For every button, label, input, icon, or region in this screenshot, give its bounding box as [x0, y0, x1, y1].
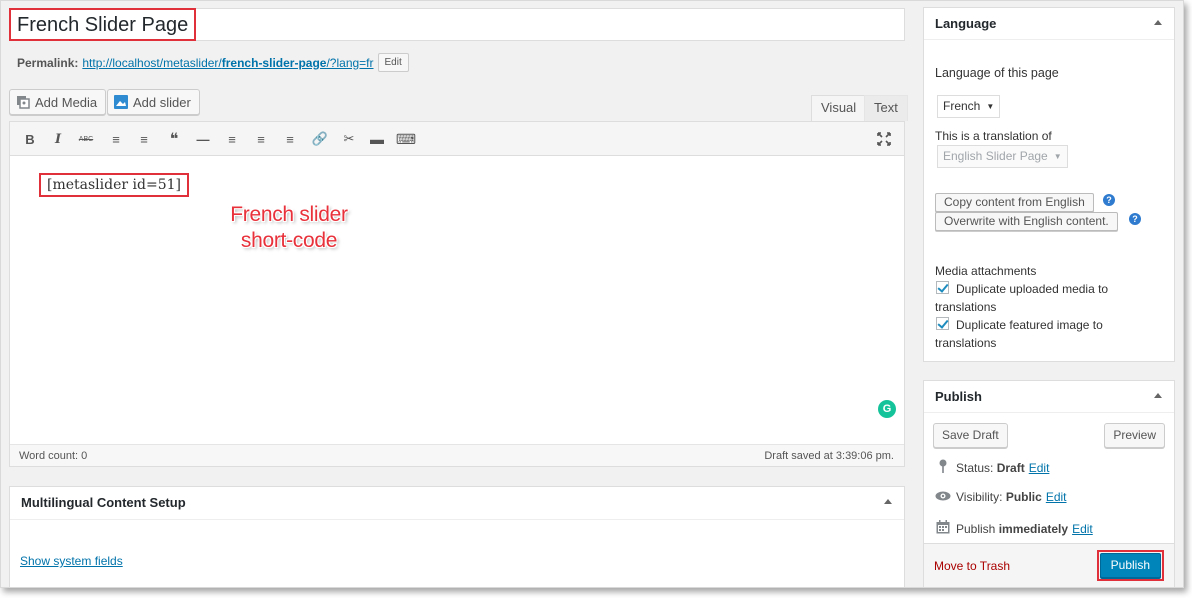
duplicate-media-checkbox[interactable]: [936, 281, 949, 294]
publish-actions: Move to Trash Publish: [924, 543, 1174, 587]
publish-button[interactable]: Publish: [1099, 553, 1161, 578]
translation-select: English Slider Page ▼: [937, 145, 1068, 168]
draft-saved-status: Draft saved at 3:39:06 pm.: [764, 450, 894, 462]
word-count: Word count: 0: [19, 450, 88, 462]
collapse-arrow-icon[interactable]: [1154, 20, 1162, 25]
language-box-header[interactable]: Language: [924, 8, 1174, 40]
strikethrough-button[interactable]: ABC: [76, 129, 96, 149]
schedule-edit-link[interactable]: Edit: [1072, 522, 1093, 536]
publish-box-header[interactable]: Publish: [924, 381, 1174, 413]
italic-button[interactable]: I: [48, 129, 68, 149]
translation-of-label: This is a translation of: [935, 129, 1052, 143]
duplicate-featured-checkbox[interactable]: [936, 317, 949, 330]
move-to-trash-link[interactable]: Move to Trash: [934, 559, 1010, 573]
grammarly-icon[interactable]: G: [878, 400, 896, 418]
horizontal-line-button[interactable]: —: [193, 129, 213, 149]
metaslider-shortcode: [metaslider id=51]: [39, 173, 189, 197]
save-draft-button[interactable]: Save Draft: [933, 423, 1008, 448]
editor-toolbar: B I ABC ≡ ≡ ❝ — ≡ ≡ ≡ 🔗 ✂ ▬ ⌨: [10, 122, 904, 156]
multilingual-box-header[interactable]: Multilingual Content Setup: [10, 487, 904, 520]
add-media-icon: [16, 95, 30, 109]
numbered-list-button[interactable]: ≡: [134, 129, 154, 149]
editor-status-bar: Word count: 0 Draft saved at 3:39:06 pm.: [10, 444, 904, 466]
blockquote-button[interactable]: ❝: [164, 129, 184, 149]
duplicate-featured-label-cont: translations: [935, 336, 997, 350]
bold-button[interactable]: B: [20, 129, 40, 149]
permalink-link[interactable]: http://localhost/metaslider/french-slide…: [82, 56, 373, 70]
language-of-page-label: Language of this page: [935, 66, 1059, 80]
duplicate-media-label-cont: translations: [935, 300, 997, 314]
dropdown-arrow-icon: ▼: [1053, 152, 1062, 161]
add-media-button[interactable]: Add Media: [9, 89, 107, 115]
pin-icon: [935, 459, 951, 476]
add-slider-button[interactable]: Add slider: [107, 89, 200, 115]
duplicate-featured-label: Duplicate featured image to: [956, 318, 1103, 332]
visibility-row: Visibility: Public Edit: [935, 489, 1067, 504]
duplicate-media-label: Duplicate uploaded media to: [956, 282, 1109, 296]
tab-text[interactable]: Text: [864, 95, 908, 121]
fullscreen-icon[interactable]: [874, 129, 894, 149]
align-center-button[interactable]: ≡: [251, 129, 271, 149]
wp-editor-window: French Slider Page Permalink: http://loc…: [0, 0, 1184, 588]
help-icon[interactable]: ?: [1103, 194, 1115, 206]
show-system-fields-link[interactable]: Show system fields: [20, 554, 123, 568]
status-edit-link[interactable]: Edit: [1029, 461, 1050, 475]
read-more-button[interactable]: ▬: [367, 129, 387, 149]
content-editor: B I ABC ≡ ≡ ❝ — ≡ ≡ ≡ 🔗 ✂ ▬ ⌨ [metaslider id=51] Fren…: [9, 121, 905, 467]
align-right-button[interactable]: ≡: [280, 129, 300, 149]
post-title[interactable]: French Slider Page: [9, 8, 197, 41]
toolbar-toggle-button[interactable]: ⌨: [396, 129, 416, 149]
preview-button[interactable]: Preview: [1104, 423, 1165, 448]
media-attachments-label: Media attachments: [935, 264, 1037, 278]
status-row: Status: Draft Edit: [935, 459, 1049, 476]
align-left-button[interactable]: ≡: [222, 129, 242, 149]
insert-link-button[interactable]: 🔗: [310, 129, 330, 149]
publish-button-highlight: Publish: [1096, 550, 1164, 581]
help-icon[interactable]: ?: [1129, 213, 1141, 225]
slider-icon: [114, 95, 128, 109]
language-select[interactable]: French ▼: [937, 95, 1001, 118]
publish-schedule-row: Publish immediately Edit: [935, 520, 1093, 537]
annotation-callout: French slider short-code: [230, 203, 348, 252]
permalink-edit-button[interactable]: Edit: [377, 53, 409, 72]
overwrite-content-button[interactable]: Overwrite with English content.: [935, 212, 1118, 231]
collapse-arrow-icon[interactable]: [1154, 393, 1162, 398]
copy-content-button[interactable]: Copy content from English: [935, 193, 1094, 212]
language-box: Language Language of this page French ▼ T…: [923, 7, 1175, 362]
permalink-row: Permalink: http://localhost/metaslider/f…: [17, 53, 409, 72]
eye-icon: [935, 489, 951, 504]
dropdown-arrow-icon: ▼: [986, 102, 995, 111]
bullet-list-button[interactable]: ≡: [106, 129, 126, 149]
calendar-icon: [935, 520, 951, 537]
editor-content-area[interactable]: [metaslider id=51] French slider short-c…: [10, 156, 904, 446]
permalink-label: Permalink:: [17, 55, 79, 70]
publish-box: Publish Save Draft Preview Status: Draft…: [923, 380, 1175, 587]
remove-link-button[interactable]: ✂: [339, 129, 359, 149]
multilingual-content-setup-box: Multilingual Content Setup Show system f…: [9, 486, 905, 587]
visibility-edit-link[interactable]: Edit: [1046, 490, 1067, 504]
collapse-arrow-icon[interactable]: [884, 499, 892, 504]
tab-visual[interactable]: Visual: [811, 95, 867, 121]
